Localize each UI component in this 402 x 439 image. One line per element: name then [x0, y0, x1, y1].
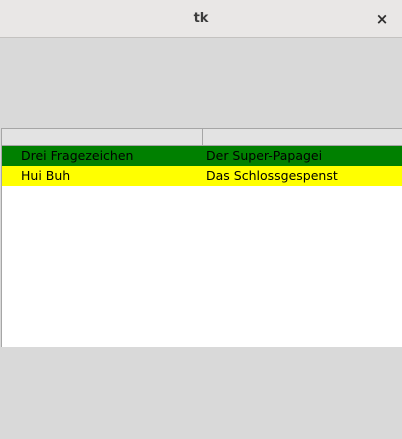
row-cell-title: Hui Buh: [21, 168, 71, 183]
row-cell-title: Drei Fragezeichen: [21, 148, 134, 163]
column-heading-1[interactable]: [2, 129, 203, 145]
row-cell-episode: Das Schlossgespenst: [206, 168, 338, 183]
row-cell-episode: Der Super-Papagei: [206, 148, 323, 163]
table-row[interactable]: Hui Buh Das Schlossgespenst: [2, 166, 402, 186]
title-bar[interactable]: tk ×: [0, 0, 402, 38]
treeview-header: [2, 128, 402, 146]
column-heading-2[interactable]: [203, 129, 402, 145]
close-icon[interactable]: ×: [370, 7, 394, 31]
app-window: tk × Drei Fragezeichen Der Super-Papagei…: [0, 0, 402, 439]
table-row[interactable]: Drei Fragezeichen Der Super-Papagei: [2, 146, 402, 166]
window-title: tk: [193, 11, 209, 26]
treeview[interactable]: Drei Fragezeichen Der Super-Papagei Hui …: [1, 128, 402, 347]
treeview-rows: Drei Fragezeichen Der Super-Papagei Hui …: [2, 146, 402, 186]
